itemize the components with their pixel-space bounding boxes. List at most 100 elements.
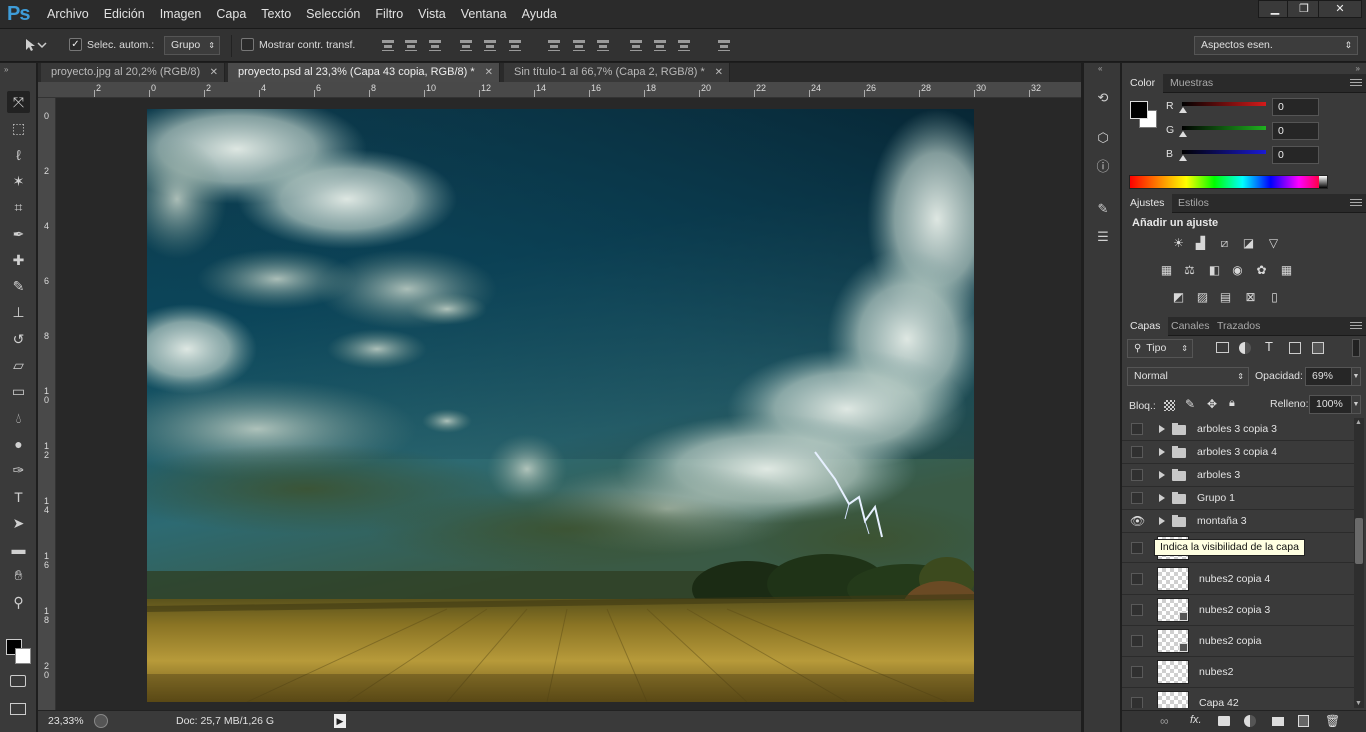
channel-slider[interactable] — [1182, 126, 1266, 130]
lock-pixels-icon[interactable]: ✎ — [1185, 397, 1195, 411]
layer-group-row[interactable]: Grupo 1 — [1122, 487, 1354, 510]
slider-thumb-icon[interactable] — [1179, 131, 1187, 137]
dock-collapse-icon[interactable]: « — [1098, 64, 1102, 73]
expand-arrow-icon[interactable] — [1159, 448, 1165, 456]
brush-panel-icon[interactable]: ✎ — [1094, 200, 1112, 218]
zoom-level[interactable]: 23,33% — [48, 715, 84, 727]
auto-select-checkbox[interactable]: ✓ — [69, 38, 82, 51]
lock-position-icon[interactable]: ✥ — [1207, 397, 1217, 411]
visibility-toggle[interactable] — [1131, 573, 1143, 585]
visibility-toggle[interactable] — [1131, 666, 1143, 678]
fill-field[interactable]: 100% — [1309, 395, 1352, 414]
menu-item-ayuda[interactable]: Ayuda — [522, 7, 557, 21]
hue-saturation-icon[interactable]: ▦ — [1158, 263, 1175, 278]
expand-arrow-icon[interactable] — [1159, 425, 1165, 433]
type-tool[interactable]: T — [7, 486, 30, 508]
menu-item-imagen[interactable]: Imagen — [160, 7, 202, 21]
brightness-contrast-icon[interactable]: ☀ — [1170, 236, 1187, 251]
color-spectrum-bar[interactable] — [1129, 175, 1328, 189]
visibility-toggle[interactable] — [1131, 423, 1143, 435]
scroll-down-arrow-icon[interactable]: ▼ — [1355, 700, 1362, 707]
filter-type-icon[interactable]: T — [1265, 339, 1273, 354]
visibility-toggle[interactable] — [1131, 697, 1143, 708]
align-bottom-icon[interactable] — [428, 38, 442, 52]
layer-row[interactable]: nubes2 copia 3 — [1122, 595, 1354, 626]
menu-item-selección[interactable]: Selección — [306, 7, 360, 21]
menu-item-capa[interactable]: Capa — [216, 7, 246, 21]
layer-group-row[interactable]: arboles 3 copia 4 — [1122, 441, 1354, 464]
distribute-hcenter-icon[interactable] — [653, 38, 667, 52]
blur-tool[interactable]: 💧︎ — [7, 407, 30, 429]
visibility-toggle[interactable] — [1131, 542, 1143, 554]
hand-tool[interactable]: ✋︎ — [7, 564, 30, 586]
close-tab-icon[interactable]: ✕ — [715, 63, 723, 82]
layer-group-row[interactable]: 👁︎ montaña 3 — [1122, 510, 1354, 533]
background-color-swatch[interactable] — [15, 648, 31, 664]
auto-select-target-dropdown[interactable]: Grupo ⇕ — [164, 36, 220, 55]
fg-color-chip[interactable] — [1130, 101, 1148, 119]
align-left-icon[interactable] — [459, 38, 473, 52]
info-panel-icon[interactable]: ⓘ — [1094, 158, 1112, 176]
shape-tool[interactable]: ▬ — [7, 538, 30, 560]
tab-layers[interactable]: Capas — [1122, 317, 1169, 336]
layer-row[interactable]: nubes2 copia 4 — [1122, 564, 1354, 595]
exposure-icon[interactable]: ◪ — [1240, 236, 1257, 251]
visibility-toggle[interactable] — [1131, 492, 1143, 504]
distribute-left-icon[interactable] — [629, 38, 643, 52]
close-tab-icon[interactable]: ✕ — [210, 63, 218, 82]
eye-icon[interactable]: 👁︎ — [1130, 514, 1145, 528]
tab-swatches[interactable]: Muestras — [1162, 74, 1221, 93]
distribute-top-icon[interactable] — [547, 38, 561, 52]
crop-tool[interactable]: ⌗ — [7, 196, 30, 218]
new-adjustment-icon[interactable] — [1244, 715, 1256, 727]
layer-filter-dropdown[interactable]: ⚲ Tipo ⇕ — [1127, 339, 1193, 358]
menu-item-filtro[interactable]: Filtro — [375, 7, 403, 21]
align-vcenter-icon[interactable] — [404, 38, 418, 52]
document-tab[interactable]: Sin título-1 al 66,7% (Capa 2, RGB/8) * ✕ — [504, 63, 730, 82]
visibility-toggle[interactable] — [1131, 446, 1143, 458]
align-top-icon[interactable] — [381, 38, 395, 52]
document-tab[interactable]: proyecto.psd al 23,3% (Capa 43 copia, RG… — [228, 63, 500, 82]
layers-scrollbar[interactable]: ▲ ▼ — [1354, 418, 1364, 708]
show-transform-checkbox[interactable] — [241, 38, 254, 51]
auto-align-icon[interactable] — [717, 38, 731, 52]
black-white-icon[interactable]: ◧ — [1206, 263, 1223, 278]
link-layers-icon[interactable]: ∞ — [1160, 714, 1169, 728]
panel-menu-icon[interactable] — [1350, 322, 1362, 331]
color-balance-icon[interactable]: ⚖ — [1181, 263, 1198, 278]
filter-shape-icon[interactable] — [1289, 342, 1301, 354]
expand-arrow-icon[interactable] — [1159, 494, 1165, 502]
channel-slider[interactable] — [1182, 102, 1266, 106]
history-panel-icon[interactable]: ⟲ — [1094, 89, 1112, 107]
expand-arrow-icon[interactable] — [1159, 517, 1165, 525]
curves-icon[interactable]: ⧄ — [1216, 236, 1233, 251]
lock-all-icon[interactable]: 🔒︎ — [1229, 397, 1235, 410]
channel-mixer-icon[interactable]: ✿ — [1253, 263, 1270, 278]
3d-panel-icon[interactable]: ⬡ — [1094, 129, 1112, 147]
align-right-icon[interactable] — [508, 38, 522, 52]
pen-tool[interactable]: ✑ — [7, 459, 30, 481]
posterize-icon[interactable]: ▨ — [1194, 290, 1211, 305]
menu-item-ventana[interactable]: Ventana — [461, 7, 507, 21]
visibility-toggle[interactable] — [1131, 635, 1143, 647]
zoom-tool[interactable]: ⚲ — [7, 591, 30, 613]
panel-menu-icon[interactable] — [1350, 199, 1362, 208]
status-settings-icon[interactable] — [94, 714, 108, 728]
menu-item-vista[interactable]: Vista — [418, 7, 446, 21]
channel-value-input[interactable]: 0 — [1272, 98, 1319, 116]
visibility-toggle[interactable] — [1131, 604, 1143, 616]
restore-button[interactable]: ❐ — [1287, 0, 1321, 18]
layer-row[interactable]: Capa 42 — [1122, 688, 1354, 708]
threshold-icon[interactable]: ▤ — [1217, 290, 1234, 305]
distribute-bottom-icon[interactable] — [596, 38, 610, 52]
stamp-tool[interactable]: ⊥ — [7, 301, 30, 323]
align-hcenter-icon[interactable] — [483, 38, 497, 52]
tab-paths[interactable]: Trazados — [1209, 317, 1268, 336]
eyedropper-tool[interactable]: ✒ — [7, 223, 30, 245]
document-image[interactable] — [147, 109, 974, 702]
color-lookup-icon[interactable]: ▦ — [1278, 263, 1295, 278]
photo-filter-icon[interactable]: ◉ — [1229, 263, 1246, 278]
marquee-tool[interactable]: ⬚ — [7, 117, 30, 139]
invert-icon[interactable]: ◩ — [1170, 290, 1187, 305]
brush-tool[interactable]: ✎ — [7, 275, 30, 297]
